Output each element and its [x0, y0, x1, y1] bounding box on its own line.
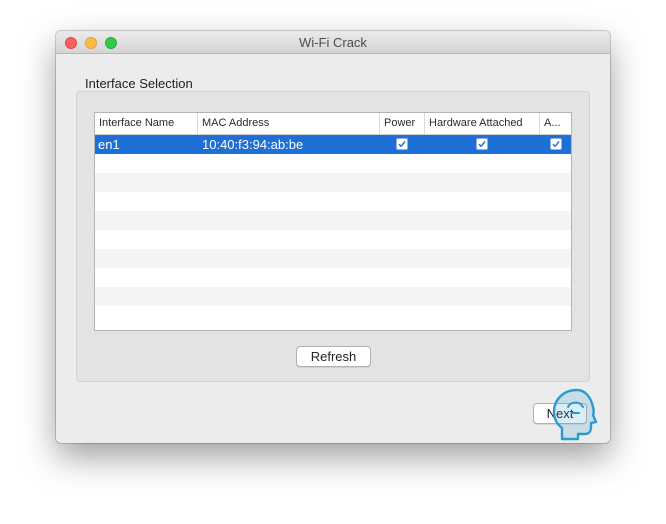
- mac-address-cell: 10:40:f3:94:ab:be: [202, 137, 304, 152]
- column-header-hardware-attached[interactable]: Hardware Attached: [425, 113, 540, 134]
- empty-row: [95, 249, 571, 268]
- power-checkbox[interactable]: [396, 138, 408, 150]
- column-header-mac-address[interactable]: MAC Address: [198, 113, 380, 134]
- empty-row: [95, 268, 571, 287]
- available-checkbox[interactable]: [550, 138, 562, 150]
- hardware-attached-checkbox[interactable]: [476, 138, 488, 150]
- interface-table[interactable]: Interface Name MAC Address Power Hardwar…: [94, 112, 572, 331]
- column-header-interface-name[interactable]: Interface Name: [95, 113, 198, 134]
- screen: Wi-Fi Crack Interface Selection Interfac…: [0, 0, 666, 524]
- checkmark-icon: [552, 140, 560, 148]
- table-header: Interface Name MAC Address Power Hardwar…: [95, 113, 571, 135]
- empty-row: [95, 154, 571, 173]
- column-header-power[interactable]: Power: [380, 113, 425, 134]
- interface-name-cell: en1: [98, 137, 120, 152]
- interface-selection-label: Interface Selection: [85, 76, 193, 91]
- empty-row: [95, 287, 571, 306]
- empty-row: [95, 230, 571, 249]
- checkmark-icon: [478, 140, 486, 148]
- app-window: Wi-Fi Crack Interface Selection Interfac…: [56, 31, 610, 443]
- interface-selection-group: Interface Name MAC Address Power Hardwar…: [76, 91, 590, 382]
- table-row[interactable]: en1 10:40:f3:94:ab:be: [95, 135, 571, 154]
- empty-row: [95, 173, 571, 192]
- empty-row: [95, 192, 571, 211]
- title-bar[interactable]: Wi-Fi Crack: [56, 31, 610, 54]
- table-body: en1 10:40:f3:94:ab:be: [95, 135, 571, 330]
- empty-row: [95, 306, 571, 325]
- refresh-button[interactable]: Refresh: [296, 346, 371, 367]
- empty-row: [95, 211, 571, 230]
- checkmark-icon: [398, 140, 406, 148]
- head-profile-icon: [552, 388, 598, 441]
- window-title: Wi-Fi Crack: [299, 35, 367, 50]
- column-header-available[interactable]: A...: [540, 113, 571, 134]
